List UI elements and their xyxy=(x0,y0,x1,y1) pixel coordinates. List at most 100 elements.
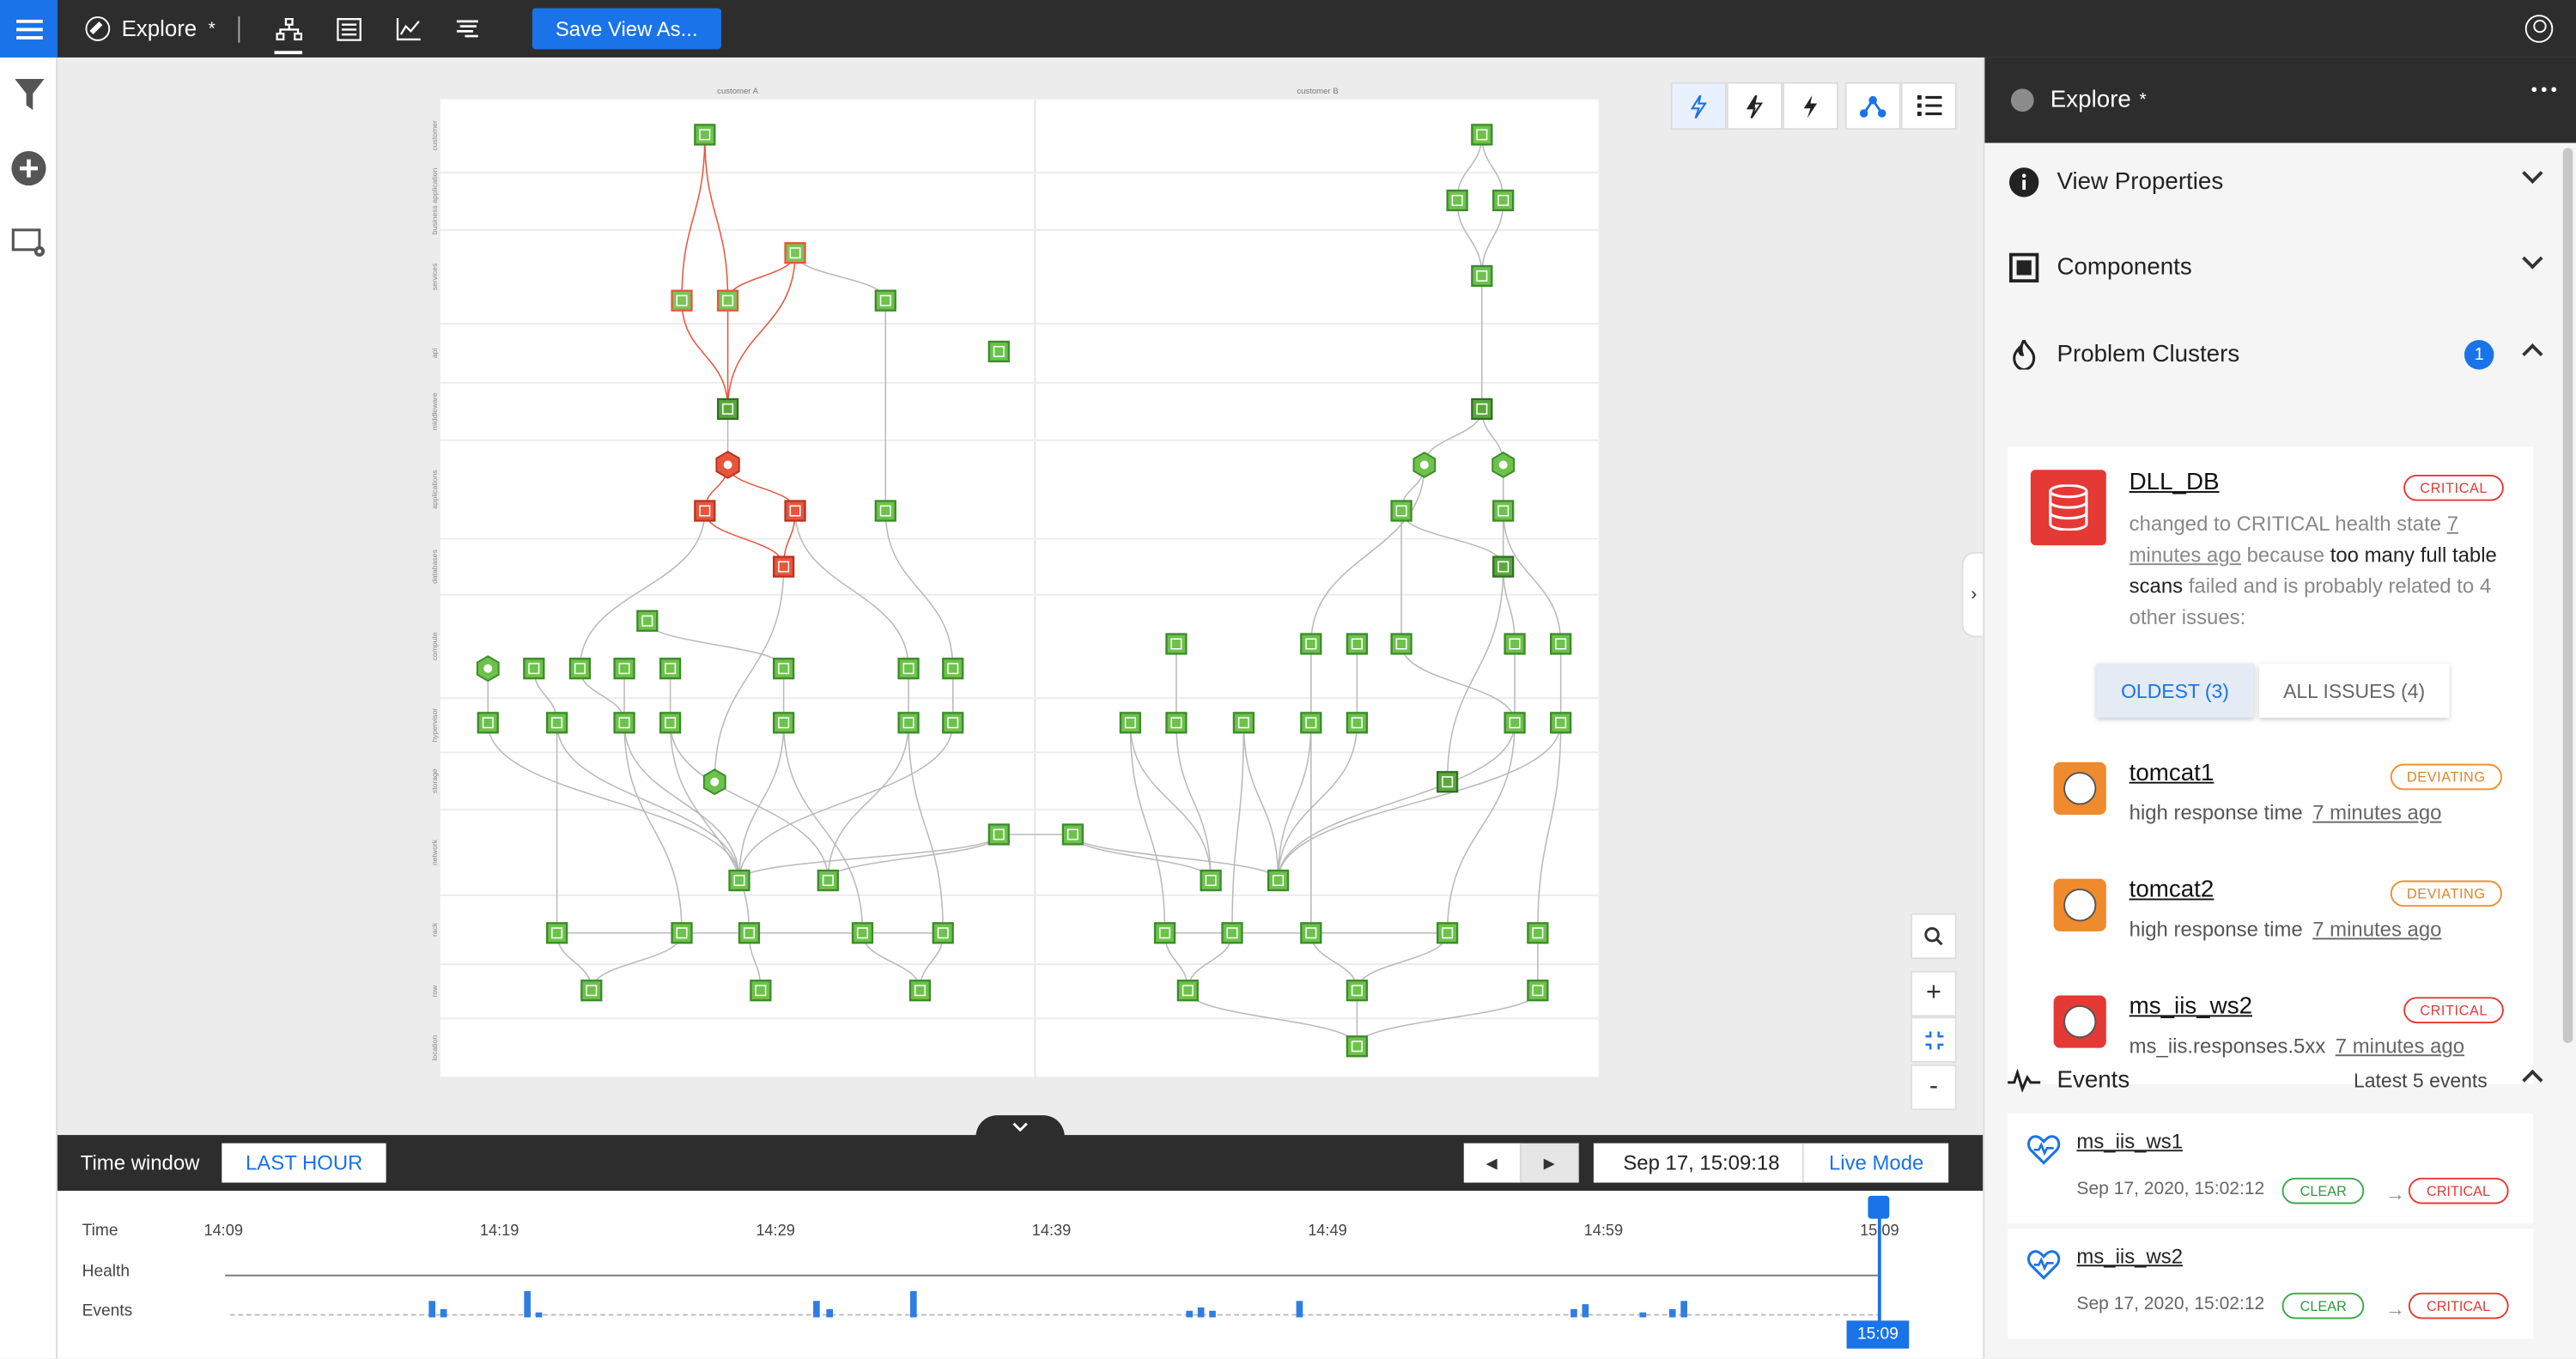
component-node[interactable] xyxy=(874,289,896,312)
component-node[interactable] xyxy=(716,289,739,312)
event-bar[interactable] xyxy=(524,1290,531,1318)
component-node[interactable] xyxy=(874,500,896,522)
chevron-down-icon[interactable] xyxy=(2522,248,2543,270)
zoom-in-button[interactable]: + xyxy=(1911,970,1957,1017)
component-node[interactable] xyxy=(1446,189,1468,212)
component-node[interactable] xyxy=(750,980,772,1002)
component-node[interactable] xyxy=(942,658,964,680)
component-node[interactable] xyxy=(773,658,795,680)
save-view-as-button[interactable]: Save View As... xyxy=(532,8,721,50)
list-layout-icon[interactable] xyxy=(1900,82,1957,130)
component-node[interactable] xyxy=(1346,980,1369,1002)
component-node[interactable] xyxy=(1300,712,1322,734)
event-bar[interactable] xyxy=(1197,1307,1205,1318)
add-component-icon[interactable] xyxy=(0,131,58,205)
issue-time-link[interactable]: 7 minutes ago xyxy=(2312,919,2441,942)
event-bar[interactable] xyxy=(535,1312,543,1318)
event-bar[interactable] xyxy=(440,1308,447,1318)
event-bar[interactable] xyxy=(909,1290,917,1318)
component-node[interactable] xyxy=(1436,771,1459,793)
event-bar[interactable] xyxy=(1209,1310,1216,1318)
component-node[interactable] xyxy=(908,980,932,1002)
component-node[interactable] xyxy=(568,658,592,680)
component-node[interactable] xyxy=(1346,1035,1369,1058)
component-node[interactable] xyxy=(1200,869,1222,892)
component-node[interactable] xyxy=(636,610,659,632)
component-node[interactable] xyxy=(1346,633,1369,655)
component-node[interactable] xyxy=(1471,124,1493,146)
component-node[interactable] xyxy=(659,658,682,680)
event-item[interactable]: ms_iis_ws1 Sep 17, 2020, 15:02:12 CLEAR … xyxy=(2008,1113,2534,1224)
component-node[interactable] xyxy=(1119,712,1141,734)
topology-canvas[interactable]: customer A customer B customer business app… xyxy=(57,57,1985,1136)
time-selector[interactable]: Sep 17, 15:09:18 Live Mode xyxy=(1593,1143,1949,1183)
component-node[interactable] xyxy=(784,500,806,522)
component-node[interactable] xyxy=(1471,264,1493,288)
component-node[interactable] xyxy=(1346,712,1369,734)
component-node[interactable] xyxy=(1527,980,1549,1002)
time-forward-button[interactable]: ▶ xyxy=(1521,1143,1579,1183)
fit-view-button[interactable] xyxy=(1911,1016,1957,1063)
event-bar[interactable] xyxy=(1582,1304,1589,1318)
event-bar[interactable] xyxy=(1639,1312,1647,1318)
component-node[interactable] xyxy=(613,712,635,734)
timeline-cursor-handle[interactable] xyxy=(1868,1195,1890,1219)
component-node[interactable] xyxy=(1165,633,1188,655)
component-node[interactable] xyxy=(1436,922,1459,944)
metrics-view-icon[interactable] xyxy=(378,0,437,58)
component-node[interactable] xyxy=(671,289,693,312)
component-node[interactable] xyxy=(1300,633,1322,655)
time-range-button[interactable]: LAST HOUR xyxy=(222,1143,386,1183)
component-node[interactable] xyxy=(1153,922,1176,944)
issue-name-link[interactable]: tomcat2 xyxy=(2129,877,2215,904)
component-node[interactable] xyxy=(987,823,1010,846)
zoom-out-button[interactable]: - xyxy=(1911,1064,1957,1111)
tab-all-issues[interactable]: ALL ISSUES (4) xyxy=(2258,663,2450,719)
component-node[interactable] xyxy=(716,397,739,421)
event-component-link[interactable]: ms_iis_ws1 xyxy=(2076,1130,2183,1153)
filter-icon[interactable] xyxy=(0,58,58,131)
view-settings-icon[interactable] xyxy=(0,205,58,279)
component-node[interactable] xyxy=(738,922,761,944)
issue-item[interactable]: tomcat2 DEVIATING high response time 7 mi… xyxy=(2008,872,2533,971)
component-node[interactable] xyxy=(613,658,635,680)
menu-icon[interactable] xyxy=(0,0,58,58)
live-mode-button[interactable]: Live Mode xyxy=(1804,1151,1948,1174)
section-components[interactable]: Components xyxy=(1984,232,2562,304)
component-node[interactable] xyxy=(897,712,920,734)
component-node[interactable] xyxy=(1176,980,1199,1002)
component-node[interactable] xyxy=(773,712,795,734)
event-bar[interactable] xyxy=(1668,1308,1676,1318)
component-node[interactable] xyxy=(694,500,716,522)
node-glyph[interactable] xyxy=(483,664,493,673)
component-node[interactable] xyxy=(545,712,568,734)
events-view-icon[interactable] xyxy=(437,0,496,58)
component-node[interactable] xyxy=(1550,633,1572,655)
event-bar[interactable] xyxy=(813,1301,820,1318)
component-node[interactable] xyxy=(1550,712,1572,734)
node-glyph[interactable] xyxy=(1498,460,1508,470)
component-node[interactable] xyxy=(1492,189,1515,212)
component-node[interactable] xyxy=(773,555,795,578)
explore-title[interactable]: Explore * xyxy=(85,16,216,41)
component-node[interactable] xyxy=(942,712,964,734)
component-node[interactable] xyxy=(1527,922,1549,944)
topology-graph[interactable]: customer A customer B customer business app… xyxy=(58,58,1983,1135)
timeline-cursor[interactable] xyxy=(1877,1207,1881,1339)
event-bar[interactable] xyxy=(1186,1310,1194,1318)
component-node[interactable] xyxy=(1165,712,1188,734)
component-node[interactable] xyxy=(523,658,545,680)
node-glyph[interactable] xyxy=(710,777,720,786)
timeline[interactable]: Time Health Events 14:09 14:19 14:29 14:… xyxy=(57,1191,1984,1359)
lightning-outline-icon[interactable] xyxy=(1670,82,1727,130)
component-node[interactable] xyxy=(1390,500,1413,522)
event-bar[interactable] xyxy=(428,1301,436,1318)
timeline-collapse-handle[interactable] xyxy=(975,1115,1065,1138)
chevron-up-icon[interactable] xyxy=(2522,343,2543,365)
component-node[interactable] xyxy=(784,242,806,264)
hierarchy-layout-icon[interactable] xyxy=(1844,82,1901,130)
component-node[interactable] xyxy=(851,922,874,944)
component-node[interactable] xyxy=(817,869,839,892)
cluster-component-link[interactable]: DLL_DB xyxy=(2129,470,2220,496)
event-item[interactable]: ms_iis_ws2 Sep 17, 2020, 15:02:12 CLEAR … xyxy=(2008,1229,2534,1339)
